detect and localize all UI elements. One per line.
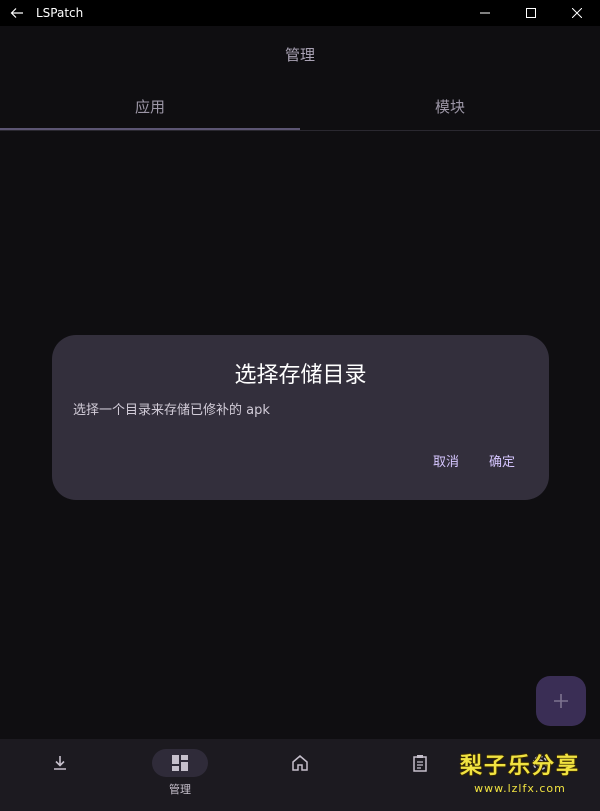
tab-apps[interactable]: 应用 — [0, 82, 300, 131]
watermark-url: www.lzlfx.com — [474, 782, 566, 795]
window-title: LSPatch — [36, 6, 84, 20]
minimize-icon — [480, 12, 490, 14]
arrow-left-icon — [10, 8, 23, 18]
nav-item-manage[interactable]: 管理 — [120, 739, 240, 811]
maximize-icon — [526, 8, 536, 18]
dashboard-icon — [172, 755, 188, 771]
cancel-button[interactable]: 取消 — [433, 451, 459, 470]
close-button[interactable] — [554, 0, 600, 26]
confirm-button[interactable]: 确定 — [489, 451, 515, 470]
minimize-button[interactable] — [462, 0, 508, 26]
watermark-text: 梨子乐分享 — [459, 753, 580, 779]
nav-item-home[interactable] — [240, 739, 360, 811]
watermark: 梨子乐分享 www.lzlfx.com — [440, 748, 600, 808]
nav-pill — [152, 749, 208, 777]
download-icon — [54, 756, 66, 770]
nav-item-download[interactable] — [0, 739, 120, 811]
nav-label-manage: 管理 — [169, 783, 191, 796]
nav-pill — [32, 749, 88, 777]
dialog-message: 选择一个目录来存储已修补的 apk — [73, 403, 270, 418]
tab-bar: 应用 模块 — [0, 82, 600, 131]
tab-modules[interactable]: 模块 — [300, 82, 600, 130]
nav-pill — [272, 749, 328, 777]
maximize-button[interactable] — [508, 0, 554, 26]
dialog-title: 选择存储目录 — [234, 363, 367, 388]
clipboard-icon — [413, 755, 427, 772]
dialog-actions: 取消 确定 — [433, 451, 515, 470]
home-icon — [292, 755, 308, 771]
add-fab-button[interactable] — [536, 676, 586, 726]
window-controls — [462, 0, 600, 26]
top-app-bar: 管理 — [0, 26, 600, 82]
page-title: 管理 — [284, 45, 315, 64]
plus-icon — [554, 694, 568, 708]
window-titlebar: LSPatch — [0, 0, 600, 26]
back-button[interactable] — [0, 0, 34, 26]
select-directory-dialog: 选择存储目录 选择一个目录来存储已修补的 apk 取消 确定 — [52, 335, 549, 500]
close-icon — [572, 8, 582, 18]
